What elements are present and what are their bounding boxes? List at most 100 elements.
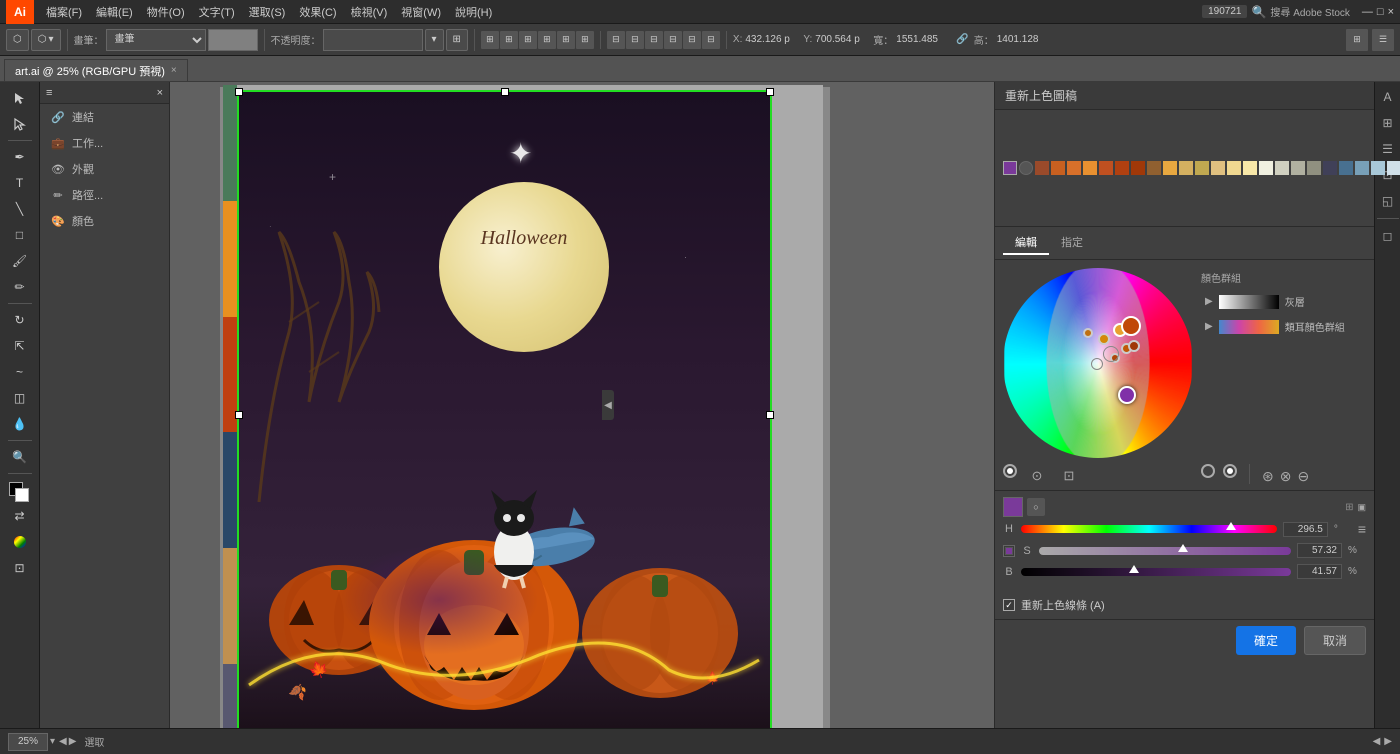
swatch-5[interactable] (1099, 161, 1113, 175)
harmony-icon-1[interactable]: ⊛ (1262, 468, 1274, 485)
menu-text[interactable]: 文字(T) (193, 2, 241, 22)
align-bottom-btn[interactable]: ⊞ (576, 31, 594, 49)
current-color-preview[interactable] (1003, 497, 1023, 517)
wheel-dot-6[interactable] (1128, 340, 1140, 352)
pencil-tool[interactable]: ✏ (5, 275, 35, 299)
swatch-10[interactable] (1179, 161, 1193, 175)
nav-right-btn[interactable]: ▶ (1384, 736, 1392, 747)
panel-view-btn[interactable]: ☰ (1372, 29, 1394, 51)
dist-ea-btn[interactable]: ⊟ (702, 31, 720, 49)
menu-edit[interactable]: 編輯(E) (90, 2, 139, 22)
swatch-4[interactable] (1083, 161, 1097, 175)
maximize-btn[interactable]: □ (1377, 6, 1384, 18)
paintbrush-tool[interactable]: 🖌 (5, 249, 35, 273)
panel-item-color[interactable]: 🎨 顏色 (40, 208, 169, 234)
handle-tr[interactable] (766, 88, 774, 96)
menu-effect[interactable]: 效果(C) (293, 2, 342, 22)
group-item-ear[interactable]: ▶ 類耳顏色群組 (1201, 316, 1366, 337)
swatch-15[interactable] (1259, 161, 1273, 175)
document-tab[interactable]: art.ai @ 25% (RGB/GPU 預視) × (4, 59, 188, 81)
swatch-22[interactable] (1371, 161, 1385, 175)
screen-mode-btn[interactable]: ⊡ (5, 556, 35, 580)
align-middle-btn[interactable]: ⊞ (557, 31, 575, 49)
swatch-2[interactable] (1051, 161, 1065, 175)
slider-overflow-icon[interactable]: ▣ (1357, 502, 1366, 513)
swatch-6[interactable] (1115, 161, 1129, 175)
swatch-23[interactable] (1387, 161, 1400, 175)
h-slider-track[interactable] (1021, 525, 1277, 533)
gradient-tool[interactable]: ◫ (5, 386, 35, 410)
swatch-21[interactable] (1355, 161, 1369, 175)
dist-eq-btn[interactable]: ⊟ (683, 31, 701, 49)
swatch-8[interactable] (1147, 161, 1161, 175)
swatch-1[interactable] (1035, 161, 1049, 175)
swatch-11[interactable] (1195, 161, 1209, 175)
swatch-7[interactable] (1131, 161, 1145, 175)
select-tool[interactable] (5, 86, 35, 110)
confirm-button[interactable]: 確定 (1236, 626, 1296, 655)
harmony-icon-2[interactable]: ⊗ (1280, 468, 1292, 485)
panel-item-links[interactable]: 🔗 連結 (40, 104, 169, 130)
brush-select[interactable]: 畫筆 (106, 29, 206, 51)
eyedropper-tool[interactable]: 💧 (5, 412, 35, 436)
b-slider-thumb[interactable] (1129, 565, 1139, 573)
fill-swatch[interactable] (5, 478, 35, 502)
far-btn-6[interactable]: ◻ (1377, 225, 1399, 247)
wheel-icon-segment[interactable]: ⊡ (1057, 464, 1081, 488)
swatch-16[interactable] (1275, 161, 1289, 175)
s-slider-track[interactable] (1039, 547, 1291, 555)
b-slider-track[interactable] (1021, 568, 1291, 576)
group-item-gray[interactable]: ▶ 灰層 (1201, 291, 1366, 312)
swatch-3[interactable] (1067, 161, 1081, 175)
s-color-box[interactable] (1003, 545, 1015, 557)
panel-header[interactable]: ≡ × (40, 82, 169, 104)
zoom-tool[interactable]: 🔍 (5, 445, 35, 469)
zoom-prev-btn[interactable]: ◀ (59, 736, 67, 747)
tab-assign[interactable]: 指定 (1049, 231, 1095, 255)
wheel-dot-3[interactable] (1083, 328, 1093, 338)
handle-ml[interactable] (235, 411, 243, 419)
b-value-input[interactable] (1297, 564, 1342, 579)
swatch-18[interactable] (1307, 161, 1321, 175)
handle-tl[interactable] (235, 88, 243, 96)
swatch-circle-dark[interactable] (1019, 161, 1033, 175)
handle-tm[interactable] (501, 88, 509, 96)
wheel-dot-gray-2[interactable] (1091, 358, 1103, 370)
menu-window[interactable]: 視窗(W) (395, 2, 447, 22)
radio-harmony[interactable] (1201, 464, 1215, 478)
wheel-dot-2[interactable] (1098, 333, 1110, 345)
color-wheel-container[interactable] (1003, 268, 1193, 458)
swap-fill-stroke[interactable]: ⇄ (5, 504, 35, 528)
rect-tool[interactable]: □ (5, 223, 35, 247)
line-tool[interactable]: ╲ (5, 197, 35, 221)
opacity-expand-btn[interactable]: ▾ (425, 29, 444, 51)
opacity-options-btn[interactable]: ⊞ (446, 29, 468, 51)
close-btn[interactable]: × (1388, 6, 1394, 18)
far-btn-3[interactable]: ☰ (1377, 138, 1399, 160)
wheel-dot-selected[interactable] (1118, 386, 1136, 404)
wheel-icon-circle[interactable]: ⊙ (1025, 464, 1049, 488)
swatch-12[interactable] (1211, 161, 1225, 175)
tab-close-btn[interactable]: × (171, 65, 177, 76)
nav-left-btn[interactable]: ◀ (1373, 736, 1381, 747)
panel-item-artboard[interactable]: 💼 工作... (40, 130, 169, 156)
swatch-9[interactable] (1163, 161, 1177, 175)
harmony-icon-3[interactable]: ⊖ (1297, 468, 1309, 485)
panel-collapse-btn[interactable]: ◀ (602, 390, 614, 420)
type-tool[interactable]: T (5, 171, 35, 195)
s-value-input[interactable] (1297, 543, 1342, 558)
grid-view-btn[interactable]: ⊞ (1346, 29, 1368, 51)
zoom-input[interactable] (8, 733, 48, 751)
cancel-button[interactable]: 取消 (1304, 626, 1366, 655)
tool-options-btn[interactable]: ⬡ (6, 29, 29, 51)
color-mode-btn[interactable] (5, 530, 35, 554)
h-slider-options[interactable]: ≡ (1358, 521, 1366, 537)
zoom-down-btn[interactable]: ▾ (50, 736, 55, 747)
menu-help[interactable]: 說明(H) (449, 2, 498, 22)
align-right-btn[interactable]: ⊞ (519, 31, 537, 49)
dist-ha-btn[interactable]: ⊟ (645, 31, 663, 49)
direct-select-tool[interactable] (5, 112, 35, 136)
wheel-dot-gray-1[interactable] (1103, 346, 1119, 362)
far-btn-5[interactable]: ◱ (1377, 190, 1399, 212)
align-top-btn[interactable]: ⊞ (538, 31, 556, 49)
